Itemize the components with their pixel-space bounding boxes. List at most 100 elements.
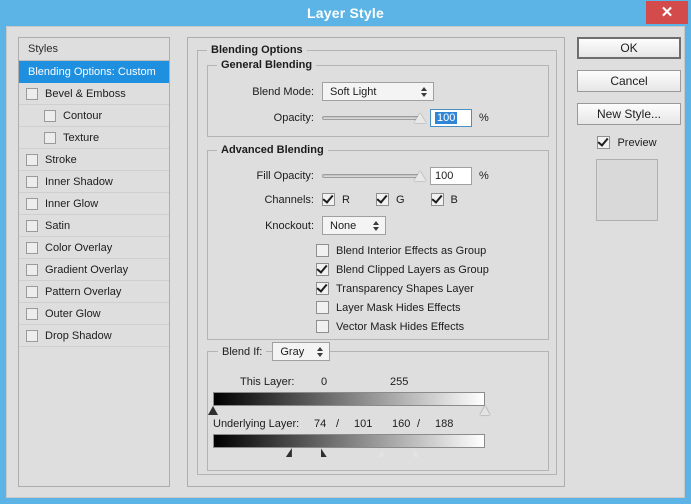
this-layer-white-slider[interactable] xyxy=(480,406,490,415)
advanced-blending-checkbox-row[interactable]: Vector Mask Hides Effects xyxy=(316,317,489,336)
cancel-button[interactable]: Cancel xyxy=(577,70,681,92)
dialog-body: Styles Blending Options: Custom Bevel & E… xyxy=(6,26,685,498)
fill-opacity-percent-label: % xyxy=(479,170,489,182)
underlying-white-low-value: 160 xyxy=(392,418,411,430)
channels-checkbox-group: RGB xyxy=(322,193,484,206)
channel-label: B xyxy=(450,193,458,206)
style-list-item[interactable]: Contour xyxy=(19,105,169,127)
style-list-item[interactable]: Pattern Overlay xyxy=(19,281,169,303)
channel-checkbox[interactable] xyxy=(375,193,389,206)
style-list-item-label: Drop Shadow xyxy=(45,329,112,342)
channel-checkbox[interactable] xyxy=(322,193,335,206)
style-list-item[interactable]: Texture xyxy=(19,127,169,149)
underlying-separator-1: / xyxy=(336,418,340,430)
knockout-value: None xyxy=(330,219,357,232)
advanced-blending-checkbox[interactable] xyxy=(316,301,329,314)
opacity-slider-knob[interactable] xyxy=(414,113,426,123)
style-list-item[interactable]: Stroke xyxy=(19,149,169,171)
dialog-buttons-column: OK Cancel New Style... Preview xyxy=(577,37,681,221)
this-layer-black-slider[interactable] xyxy=(208,406,218,415)
advanced-blending-checkbox-row[interactable]: Layer Mask Hides Effects xyxy=(316,298,489,317)
style-list-item[interactable]: Color Overlay xyxy=(19,237,169,259)
advanced-blending-checkbox-label: Blend Interior Effects as Group xyxy=(336,244,487,257)
advanced-blending-checkbox[interactable] xyxy=(316,320,329,333)
close-button[interactable]: ✕ xyxy=(646,1,688,24)
advanced-blending-checkbox-row[interactable]: Transparency Shapes Layer xyxy=(316,279,489,298)
general-blending-group: General Blending Blend Mode: Soft Light … xyxy=(207,59,549,137)
opacity-slider[interactable] xyxy=(322,111,426,125)
underlying-black-high-slider[interactable] xyxy=(320,448,327,457)
style-enable-checkbox[interactable] xyxy=(26,153,38,166)
style-enable-checkbox[interactable] xyxy=(26,219,38,232)
style-list-item[interactable]: Inner Shadow xyxy=(19,171,169,193)
style-enable-checkbox[interactable] xyxy=(26,329,38,342)
blend-mode-dropdown[interactable]: Soft Light xyxy=(322,82,434,101)
style-list-item[interactable]: Bevel & Emboss xyxy=(19,83,169,105)
new-style-button[interactable]: New Style... xyxy=(577,103,681,125)
style-list-item[interactable]: Outer Glow xyxy=(19,303,169,325)
style-list-item[interactable]: Inner Glow xyxy=(19,193,169,215)
style-list-item[interactable]: Blending Options: Custom xyxy=(19,61,169,83)
opacity-label: Opacity: xyxy=(273,112,314,124)
stepper-arrows-icon xyxy=(317,346,324,357)
style-list-item-label: Inner Glow xyxy=(45,197,99,210)
this-layer-black-value: 0 xyxy=(321,376,328,388)
preview-label: Preview xyxy=(617,136,657,149)
blending-options-group: Blending Options General Blending Blend … xyxy=(197,44,557,475)
advanced-blending-group: Advanced Blending Fill Opacity: 100 % Ch… xyxy=(207,144,549,340)
styles-list: Blending Options: Custom Bevel & Emboss Co… xyxy=(19,61,169,347)
fill-opacity-slider-knob[interactable] xyxy=(414,171,426,181)
blending-options-group-title: Blending Options xyxy=(207,44,307,56)
style-enable-checkbox[interactable] xyxy=(26,285,38,298)
underlying-white-high-slider[interactable] xyxy=(413,448,420,457)
underlying-layer-gradient-bar[interactable] xyxy=(213,434,485,448)
style-enable-checkbox[interactable] xyxy=(26,241,38,254)
blend-if-channel-dropdown[interactable]: Gray xyxy=(272,342,331,361)
advanced-blending-checkbox[interactable] xyxy=(316,282,329,295)
channels-label: Channels: xyxy=(264,193,314,206)
style-enable-checkbox[interactable] xyxy=(44,109,56,122)
underlying-black-high-value: 101 xyxy=(354,418,373,430)
advanced-blending-checkbox-label: Vector Mask Hides Effects xyxy=(336,320,465,333)
opacity-value: 100 xyxy=(435,112,458,124)
this-layer-gradient-bar[interactable] xyxy=(213,392,485,406)
style-list-item-label: Stroke xyxy=(45,153,77,166)
advanced-blending-checkbox[interactable] xyxy=(316,263,329,276)
channel-label: G xyxy=(395,193,405,206)
opacity-input[interactable]: 100 xyxy=(430,109,472,127)
channel-label: R xyxy=(342,193,350,206)
blend-if-label: Blend If: xyxy=(218,345,267,358)
fill-opacity-slider[interactable] xyxy=(322,169,426,183)
advanced-blending-checkbox-label: Layer Mask Hides Effects xyxy=(336,301,461,314)
channel-option: G xyxy=(375,193,405,206)
style-enable-checkbox[interactable] xyxy=(26,197,38,210)
blend-if-channel-value: Gray xyxy=(280,345,305,358)
advanced-blending-checkbox[interactable] xyxy=(316,244,329,257)
opacity-percent-label: % xyxy=(479,112,489,124)
style-list-item-label: Blending Options: Custom xyxy=(28,65,156,78)
fill-opacity-input[interactable]: 100 xyxy=(430,167,472,185)
style-enable-checkbox[interactable] xyxy=(26,87,38,100)
ok-button[interactable]: OK xyxy=(577,37,681,59)
style-enable-checkbox[interactable] xyxy=(44,131,56,144)
fill-opacity-row: Fill Opacity: 100 % xyxy=(208,167,548,185)
style-enable-checkbox[interactable] xyxy=(26,263,38,276)
style-list-item[interactable]: Gradient Overlay xyxy=(19,259,169,281)
preview-checkbox[interactable] xyxy=(597,136,611,149)
knockout-dropdown[interactable]: None xyxy=(322,216,386,235)
channel-checkbox[interactable] xyxy=(430,193,444,206)
style-enable-checkbox[interactable] xyxy=(26,307,38,320)
advanced-blending-checkbox-row[interactable]: Blend Clipped Layers as Group xyxy=(316,260,489,279)
preview-row: Preview xyxy=(577,136,677,149)
opacity-slider-track xyxy=(322,116,420,120)
underlying-white-low-slider[interactable] xyxy=(377,448,384,457)
preview-thumbnail xyxy=(596,159,658,221)
style-enable-checkbox[interactable] xyxy=(26,175,38,188)
style-list-item[interactable]: Satin xyxy=(19,215,169,237)
blend-mode-value: Soft Light xyxy=(330,85,377,98)
style-list-item-label: Satin xyxy=(45,219,71,232)
underlying-black-low-slider[interactable] xyxy=(285,448,292,457)
underlying-white-high-value: 188 xyxy=(435,418,454,430)
style-list-item[interactable]: Drop Shadow xyxy=(19,325,169,347)
advanced-blending-checkbox-row[interactable]: Blend Interior Effects as Group xyxy=(316,241,489,260)
